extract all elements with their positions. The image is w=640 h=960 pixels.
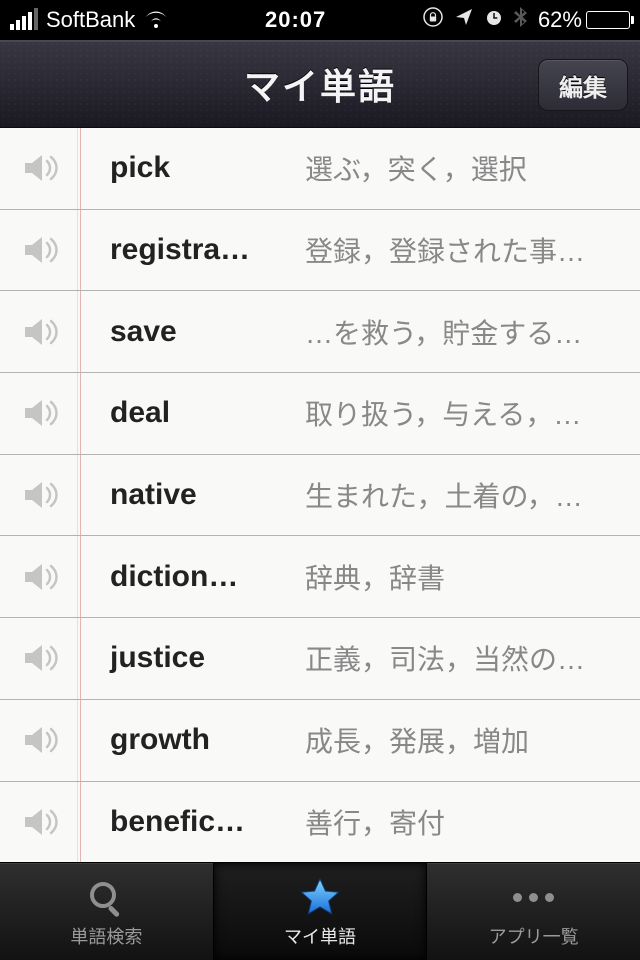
alarm-icon (484, 7, 504, 33)
search-icon (85, 875, 127, 921)
list-item[interactable]: save…を救う，貯金する… (0, 291, 640, 373)
edit-button[interactable]: 編集 (538, 59, 628, 111)
speaker-icon[interactable] (0, 618, 80, 699)
word-definition: 生まれた，土着の，… (295, 475, 626, 515)
speaker-icon[interactable] (0, 536, 80, 617)
nav-header: マイ単語 編集 (0, 40, 640, 128)
word-term: growth (80, 723, 295, 757)
status-bar: SoftBank 20:07 62% (0, 0, 640, 40)
list-item[interactable]: benefic…善行，寄付 (0, 782, 640, 863)
battery-icon (586, 11, 630, 29)
tab-label: アプリ一覧 (489, 923, 579, 949)
tab-label: マイ単語 (284, 923, 356, 949)
list-item[interactable]: justice正義，司法，当然の… (0, 618, 640, 700)
word-term: pick (80, 151, 295, 185)
tab-bar: 単語検索 マイ単語 アプリ一覧 (0, 862, 640, 960)
speaker-icon[interactable] (0, 455, 80, 536)
word-term: benefic… (80, 805, 295, 839)
list-item[interactable]: native生まれた，土着の，… (0, 455, 640, 537)
tab-label: 単語検索 (70, 923, 142, 949)
clock-time: 20:07 (265, 7, 326, 33)
word-list[interactable]: pick選ぶ，突く，選択registra…登録，登録された事…save…を救う，… (0, 128, 640, 862)
word-definition: 成長，発展，増加 (295, 720, 626, 760)
word-definition: 選ぶ，突く，選択 (295, 148, 626, 188)
word-term: diction… (80, 560, 295, 594)
orientation-lock-icon (422, 6, 444, 34)
tab-my-words[interactable]: マイ単語 (213, 863, 428, 960)
word-term: registra… (80, 233, 295, 267)
word-term: save (80, 315, 295, 349)
bluetooth-icon (514, 6, 528, 34)
word-definition: 取り扱う，与える，… (295, 393, 626, 433)
speaker-icon[interactable] (0, 782, 80, 863)
tab-search[interactable]: 単語検索 (0, 863, 213, 960)
word-definition: 正義，司法，当然の… (295, 638, 626, 678)
battery-percent: 62% (538, 7, 582, 33)
list-item[interactable]: pick選ぶ，突く，選択 (0, 128, 640, 210)
wifi-icon (143, 10, 169, 30)
word-term: justice (80, 641, 295, 675)
tab-app-list[interactable]: アプリ一覧 (427, 863, 640, 960)
star-icon (298, 875, 342, 921)
speaker-icon[interactable] (0, 128, 80, 209)
word-definition: 登録，登録された事… (295, 230, 626, 270)
carrier-label: SoftBank (46, 7, 135, 33)
list-item[interactable]: registra…登録，登録された事… (0, 210, 640, 292)
list-item[interactable]: deal取り扱う，与える，… (0, 373, 640, 455)
speaker-icon[interactable] (0, 291, 80, 372)
speaker-icon[interactable] (0, 210, 80, 291)
speaker-icon[interactable] (0, 700, 80, 781)
page-title: マイ単語 (244, 58, 396, 110)
word-definition: 善行，寄付 (295, 802, 626, 842)
list-item[interactable]: growth成長，発展，増加 (0, 700, 640, 782)
word-definition: …を救う，貯金する… (295, 312, 626, 352)
list-item[interactable]: diction…辞典，辞書 (0, 536, 640, 618)
signal-strength-icon (10, 10, 38, 30)
more-icon (513, 875, 554, 921)
word-term: deal (80, 396, 295, 430)
location-icon (454, 7, 474, 33)
speaker-icon[interactable] (0, 373, 80, 454)
word-definition: 辞典，辞書 (295, 557, 626, 597)
word-term: native (80, 478, 295, 512)
